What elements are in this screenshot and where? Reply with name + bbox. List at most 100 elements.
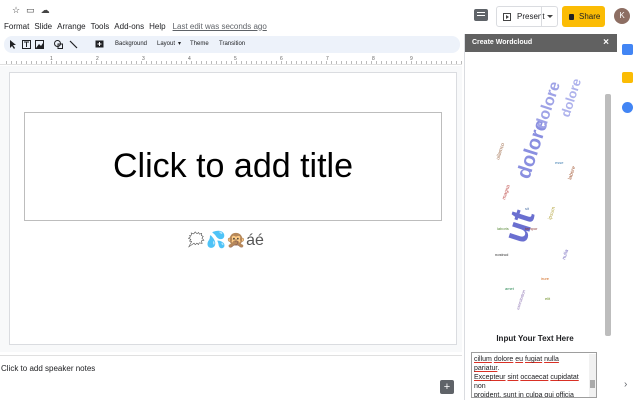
select-cursor-icon[interactable] [9,40,18,49]
menu-addons[interactable]: Add-ons [114,22,144,31]
scrollbar-thumb[interactable] [590,380,595,388]
ruler-tick [461,61,462,64]
ruler-tick [291,61,292,64]
ruler-tick [346,61,347,64]
present-button[interactable]: Present [496,6,558,27]
ruler-tick [41,61,42,64]
chevron-down-icon[interactable] [547,15,553,18]
textarea-word: eu [515,356,524,363]
textarea-word: cupidatat [550,374,579,381]
ruler-tick [321,61,322,64]
menu-bar: Format Slide Arrange Tools Add-ons Help … [0,18,268,34]
ruler-tick [431,61,432,64]
ruler-tick [11,61,12,64]
textarea-line: Excepteur sint occaecat cupidatat [474,373,586,382]
ruler-tick [421,61,422,64]
ruler-tick [86,61,87,64]
ruler-tick [206,61,207,64]
layout-button[interactable]: Layout [157,36,175,53]
ruler-tick [246,61,247,64]
ruler-tick [441,61,442,64]
wordcloud-word: magna [501,184,511,201]
menu-arrange[interactable]: Arrange [57,22,85,31]
textarea-word: pariatur [474,365,498,372]
comment-icon[interactable] [474,9,488,21]
ruler-tick [231,61,232,64]
textarea-word: sunt in culpa qui officia [503,392,574,398]
cloud-icon[interactable]: ☁ [41,5,50,16]
wordcloud-word: ipsum [547,206,557,221]
ruler-tick [406,61,407,64]
chevron-right-icon[interactable]: › [624,379,627,390]
menu-format[interactable]: Format [4,22,29,31]
wordcloud-word: nostrud [495,252,508,257]
ruler-tick [71,61,72,64]
doc-icons: ☆ ▭ ☁ [12,5,50,16]
ruler-tick [6,61,7,64]
folder-icon[interactable]: ▭ [26,5,35,16]
keep-icon[interactable] [622,72,633,83]
last-edit-link[interactable]: Last edit was seconds ago [173,22,267,31]
ruler-tick [136,61,137,64]
ruler-number: 3 [142,56,145,62]
wordcloud-word: esse [555,160,564,165]
ruler-tick [211,61,212,64]
ruler-tick [266,61,267,64]
ruler-tick [356,61,357,64]
background-button[interactable]: Background [115,36,147,53]
image-icon[interactable] [35,40,44,49]
close-icon[interactable]: × [603,34,609,52]
ruler-tick [341,61,342,64]
wordcloud-image: ut dolore dolore dolore ullamco magna la… [495,77,584,311]
transition-button[interactable]: Transition [219,36,245,53]
textarea-content: cillum dolore eu fugiat nulla pariatur. E… [474,355,586,398]
tasks-icon[interactable] [622,102,633,113]
title-placeholder[interactable]: Click to add title [24,112,442,221]
wordcloud-word: labore [567,165,577,180]
add-comment-icon[interactable] [95,40,104,49]
menu-help[interactable]: Help [149,22,165,31]
ruler-tick [111,61,112,64]
chevron-down-icon[interactable]: ▾ [178,36,181,53]
textarea-word: sint [507,374,519,381]
ruler-tick [66,61,67,64]
ruler-tick [286,61,287,64]
ruler-tick [21,61,22,64]
ruler-tick [296,61,297,64]
menu-tools[interactable]: Tools [91,22,110,31]
textarea-line: proident, sunt in culpa qui officia [474,391,586,398]
wordcloud-word: sit [525,206,530,211]
speaker-notes[interactable]: Click to add speaker notes [1,364,95,373]
top-bar: ☆ ▭ ☁ Format Slide Arrange Tools Add-ons… [0,0,640,34]
ruler-tick [31,61,32,64]
text-box-icon[interactable] [22,40,31,49]
wordcloud-text-input[interactable]: cillum dolore eu fugiat nulla pariatur. E… [471,352,597,398]
ruler-tick [146,61,147,64]
ruler-tick [416,61,417,64]
menu-slide[interactable]: Slide [34,22,52,31]
share-button[interactable]: Share [562,6,605,27]
ruler-tick [411,61,412,64]
emoji-text-box[interactable]: 🗯💦🙊áé [186,228,264,252]
toolbar: Background Layout ▾ Theme Transition [4,36,460,53]
notes-divider[interactable] [0,355,462,356]
panel-scrollbar[interactable] [605,94,611,336]
calendar-icon[interactable] [622,44,633,55]
textarea-scrollbar[interactable] [589,354,596,397]
ruler-tick [261,61,262,64]
ruler-tick [76,61,77,64]
ruler-tick [56,61,57,64]
lock-icon [569,13,574,20]
wordcloud-word: nulla [561,249,570,261]
line-icon[interactable] [69,40,78,49]
theme-button[interactable]: Theme [190,36,209,53]
ruler-tick [391,61,392,64]
shape-icon[interactable] [54,40,63,49]
avatar[interactable]: K [614,8,630,24]
panel-title: Create Wordcloud [472,39,533,46]
star-icon[interactable]: ☆ [12,5,20,16]
ruler-tick [361,61,362,64]
ruler-tick [446,61,447,64]
add-icon[interactable]: + [440,380,454,394]
ruler-tick [106,61,107,64]
